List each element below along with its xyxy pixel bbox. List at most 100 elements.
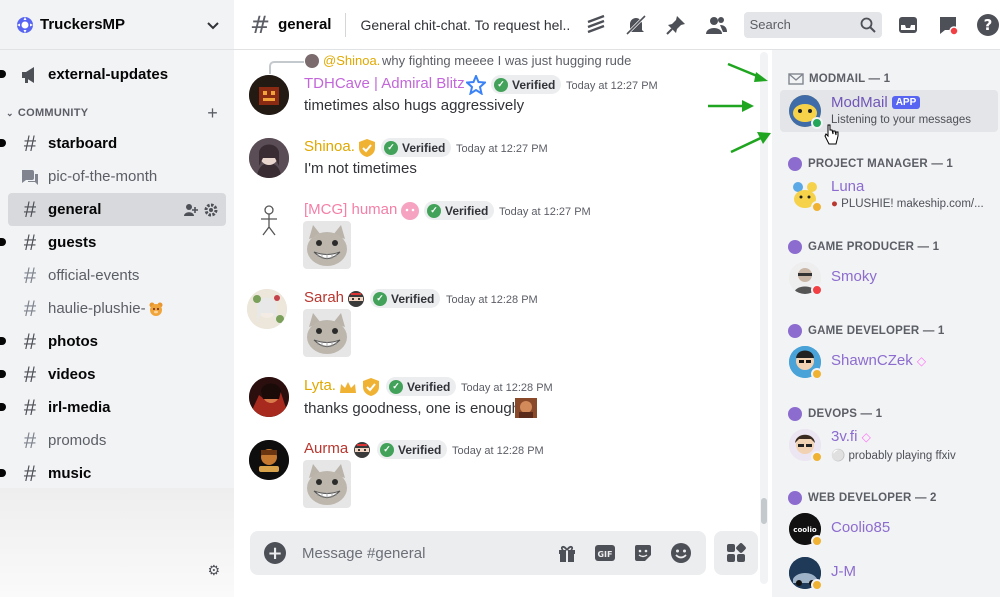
member-list-icon[interactable]: [704, 13, 728, 37]
status-idle-indicator: [811, 579, 823, 591]
avatar[interactable]: [249, 75, 289, 115]
message-timestamp[interactable]: Today at 12:28 PM: [461, 382, 553, 394]
channel-promods[interactable]: # promods: [8, 424, 226, 457]
reply-avatar[interactable]: [305, 54, 319, 68]
check-icon: ✓: [494, 77, 508, 92]
add-member-icon[interactable]: [184, 203, 198, 217]
hash-icon: #: [23, 361, 37, 387]
custom-emoji[interactable]: [515, 398, 537, 418]
sticker-icon[interactable]: [632, 542, 654, 564]
member-3vfi[interactable]: 3v.fi ◇ ⚪ probably playing ffxiv: [780, 424, 998, 466]
message-author[interactable]: TDHCave | Admiral Blitz: [304, 75, 465, 92]
message-timestamp[interactable]: Today at 12:28 PM: [452, 445, 544, 457]
channel-irl-media[interactable]: # irl-media: [0, 391, 226, 424]
gif-icon[interactable]: GIF: [594, 542, 616, 564]
hash-icon: #: [23, 394, 37, 420]
role-group-title: GAME DEVELOPER — 1: [808, 325, 945, 337]
grinning-cat-sticker[interactable]: [303, 309, 351, 357]
gift-icon[interactable]: [556, 542, 578, 564]
apps-button[interactable]: [714, 531, 758, 575]
avatar[interactable]: [249, 440, 289, 480]
check-icon: ✓: [427, 203, 441, 218]
server-header[interactable]: TruckersMP: [0, 0, 234, 50]
avatar[interactable]: [247, 289, 287, 329]
grinning-cat-sticker[interactable]: [303, 221, 351, 269]
member-activity: ⚪ probably playing ffxiv: [831, 450, 956, 462]
channel-general[interactable]: # general: [8, 193, 226, 226]
quests-icon[interactable]: [936, 13, 960, 37]
role-group-title: PROJECT MANAGER — 1: [808, 158, 954, 170]
member-luna[interactable]: Luna ● PLUSHIE! makeship.com/...: [780, 174, 998, 216]
reply-preview[interactable]: why fighting meeee I was just hugging ru…: [382, 53, 631, 68]
message-author[interactable]: [MCG] human: [304, 201, 397, 218]
message-author[interactable]: Shinoa.: [304, 138, 355, 155]
channel-official-events[interactable]: # official-events: [8, 259, 226, 292]
upload-plus-icon[interactable]: +: [264, 542, 286, 564]
crown-icon: [340, 382, 356, 393]
annotation-arrow-icon: [708, 100, 754, 112]
channel-topic[interactable]: General chit-chat. To request hel...: [360, 17, 568, 33]
gamepad-icon: ⚪: [831, 450, 846, 462]
help-icon[interactable]: ?: [976, 13, 1000, 37]
inbox-icon[interactable]: [896, 13, 920, 37]
channel-starboard[interactable]: # starboard: [0, 127, 226, 160]
gear-icon[interactable]: [204, 203, 218, 217]
search-input[interactable]: Search: [743, 11, 883, 38]
role-group-title: DEVOPS — 1: [808, 408, 883, 420]
channel-music[interactable]: # music: [0, 457, 226, 490]
channel-haulie-plushie[interactable]: # haulie-plushie-: [8, 292, 226, 325]
category-community[interactable]: ⌄ COMMUNITY +: [0, 99, 234, 127]
app-badge: APP: [891, 96, 921, 109]
status-idle-indicator: [811, 451, 823, 463]
unread-indicator: [0, 337, 6, 345]
message-timestamp[interactable]: Today at 12:27 PM: [499, 206, 591, 218]
member-modmail[interactable]: ModMail APP Listening to your messages: [780, 90, 998, 132]
avatar[interactable]: [249, 138, 289, 178]
channel-videos[interactable]: # videos: [0, 358, 226, 391]
member-shawnczek[interactable]: ShawnCZek ◇: [780, 341, 998, 383]
message-content: thanks goodness, one is enough: [304, 400, 520, 417]
verified-badge: ✓ Verified: [381, 138, 452, 157]
verified-label: Verified: [445, 203, 489, 218]
avatar[interactable]: [249, 201, 289, 241]
message-author[interactable]: Lyta.: [304, 377, 336, 394]
verified-label: Verified: [512, 77, 556, 92]
hash-icon: #: [250, 10, 271, 39]
message-author[interactable]: Aurma: [304, 440, 348, 457]
avatar[interactable]: [249, 377, 289, 417]
ninja-icon: ●: [831, 198, 838, 210]
member-jm[interactable]: J-M: [780, 552, 998, 594]
hash-icon: #: [23, 130, 37, 156]
message-timestamp[interactable]: Today at 12:27 PM: [566, 80, 658, 92]
chevron-down-icon[interactable]: [206, 18, 220, 32]
message-author[interactable]: Sarah: [304, 289, 344, 306]
channel-guests[interactable]: # guests: [0, 226, 226, 259]
unread-indicator: [0, 139, 6, 147]
channel-photos[interactable]: # photos: [0, 325, 226, 358]
member-coolio85[interactable]: coolio Coolio85: [780, 508, 998, 550]
member-smoky[interactable]: Smoky: [780, 257, 998, 299]
threads-icon[interactable]: [585, 13, 609, 37]
settings-icon[interactable]: ⚙: [207, 563, 220, 579]
verified-label: Verified: [398, 442, 442, 457]
role-group-header: DEVOPS — 1: [788, 407, 882, 421]
message-composer[interactable]: + Message #general GIF: [250, 531, 706, 575]
add-channel-icon[interactable]: +: [207, 103, 218, 124]
member-activity: ● PLUSHIE! makeship.com/...: [831, 198, 984, 210]
verified-badge: ✓ Verified: [377, 440, 448, 459]
message-input[interactable]: Message #general: [302, 545, 540, 562]
pinned-messages-icon[interactable]: [664, 13, 688, 37]
grinning-cat-sticker[interactable]: [303, 460, 351, 508]
message-timestamp[interactable]: Today at 12:27 PM: [456, 143, 548, 155]
reply-mention[interactable]: @Shinoa.: [323, 53, 380, 68]
server-name: TruckersMP: [40, 16, 126, 33]
role-group-header: WEB DEVELOPER — 2: [788, 491, 937, 505]
emoji-icon[interactable]: [670, 542, 692, 564]
channel-pic-of-the-month[interactable]: pic-of-the-month: [8, 160, 226, 193]
message-timestamp[interactable]: Today at 12:28 PM: [446, 294, 538, 306]
channel-external-updates[interactable]: external-updates: [0, 58, 226, 91]
role-group-header: GAME PRODUCER — 1: [788, 240, 939, 254]
channel-header: # general General chit-chat. To request …: [234, 0, 1000, 50]
notifications-muted-icon[interactable]: [624, 13, 648, 37]
message-scrollbar-thumb[interactable]: [761, 498, 767, 524]
